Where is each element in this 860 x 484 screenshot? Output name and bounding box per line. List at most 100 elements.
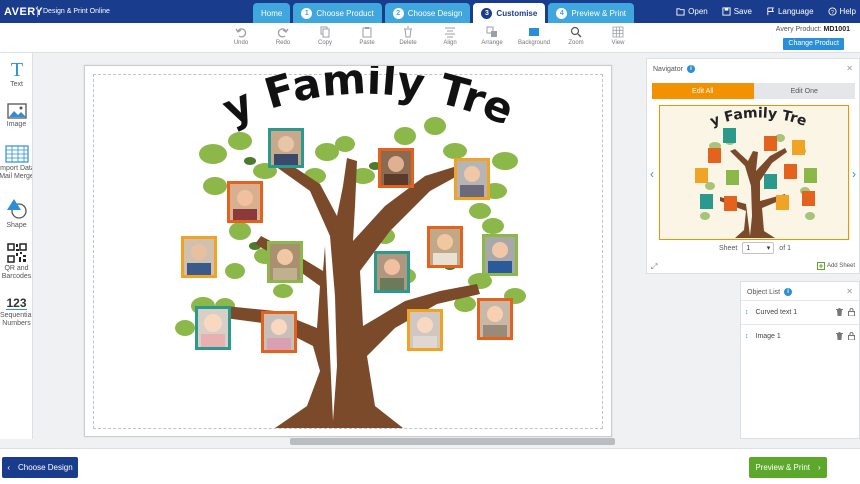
delete-button[interactable]: Delete	[386, 26, 430, 46]
add-text-tool[interactable]: T Text	[0, 59, 32, 89]
photo-frame[interactable]	[407, 309, 443, 351]
avery-product-code: MD1001	[823, 26, 850, 33]
step-home-label: Home	[261, 8, 283, 18]
step-customise[interactable]: 3 Customise	[473, 3, 546, 23]
choose-design-label: Choose Design	[17, 463, 73, 472]
photo-frame[interactable]	[268, 128, 304, 168]
svg-text:T: T	[10, 59, 22, 79]
zoom-button[interactable]: Zoom	[554, 26, 598, 46]
step-home[interactable]: Home	[253, 3, 291, 23]
change-product-button[interactable]: Change Product	[783, 38, 844, 50]
add-sheet-label: Add Sheet	[826, 263, 855, 269]
drag-handle-icon[interactable]: ↕	[745, 309, 749, 316]
import-data-tool[interactable]: Import Data Mail Merge	[0, 145, 32, 181]
seq-line-1: Sequential	[0, 312, 33, 319]
open-button[interactable]: Open	[676, 7, 708, 16]
expand-icon[interactable]: ⤢	[651, 262, 657, 272]
close-icon[interactable]: ✕	[846, 64, 853, 73]
arrange-button[interactable]: Arrange	[470, 26, 514, 46]
step-choose-design[interactable]: 2 Choose Design	[384, 3, 471, 23]
add-sheet-button[interactable]: Add Sheet	[816, 262, 855, 270]
copy-button[interactable]: Copy	[303, 26, 347, 46]
help-button[interactable]: ? Help	[827, 7, 856, 16]
language-label: Language	[777, 7, 814, 16]
paste-button[interactable]: Paste	[345, 26, 389, 46]
avery-logo[interactable]: AVERY	[0, 0, 47, 23]
chevron-left-icon[interactable]: ‹	[650, 167, 654, 181]
view-label: View	[611, 40, 625, 46]
zoom-icon	[570, 26, 582, 38]
language-button[interactable]: Language	[766, 7, 814, 16]
redo-button[interactable]: Redo	[261, 26, 305, 46]
help-label: Help	[839, 7, 856, 16]
list-item[interactable]: ↕ Curved text 1	[741, 300, 860, 324]
photo-frame[interactable]	[477, 298, 513, 340]
add-image-tool[interactable]: Image	[0, 103, 32, 129]
background-icon	[529, 28, 539, 36]
drag-handle-icon[interactable]: ↕	[745, 333, 749, 340]
image-tool-label: Image	[6, 121, 27, 128]
view-button[interactable]: View	[596, 26, 640, 46]
copy-label: Copy	[317, 40, 332, 46]
list-item[interactable]: ↕ Image 1	[741, 324, 860, 348]
edit-one-button[interactable]: Edit One	[753, 83, 855, 99]
close-icon[interactable]: ✕	[846, 287, 853, 296]
choose-design-button[interactable]: ‹ Choose Design	[2, 457, 78, 478]
svg-text:?: ?	[831, 10, 834, 16]
info-icon[interactable]: i	[784, 288, 793, 296]
object-actions	[836, 308, 855, 316]
align-button[interactable]: Align	[428, 26, 472, 46]
photo-frame[interactable]	[374, 251, 410, 293]
photo-frame[interactable]	[482, 234, 518, 276]
edit-all-button[interactable]: Edit All	[652, 83, 754, 99]
horizontal-scrollbar[interactable]	[290, 438, 615, 445]
thumbnail-title-text: My Family Tree	[660, 106, 809, 130]
photo-frame[interactable]	[378, 148, 414, 188]
photo-frame[interactable]	[267, 241, 303, 283]
align-icon	[445, 27, 455, 38]
avery-product-info: Avery Product: MD1001	[776, 26, 850, 33]
step-number: 4	[556, 7, 568, 19]
tool-sidebar: T Text Image Import Data Mail Merge Shap…	[0, 53, 33, 439]
editor-toolbar: Undo Redo Copy Paste Delete Align Arrang…	[0, 23, 860, 53]
top-actions: Open Save Language ? Help	[676, 0, 856, 23]
background-button[interactable]: Background	[512, 26, 556, 46]
add-shape-tool[interactable]: Shape	[0, 198, 32, 230]
add-sheet-icon	[816, 262, 825, 270]
photo-frame[interactable]	[181, 236, 217, 278]
zoom-label: Zoom	[568, 40, 584, 46]
lock-icon[interactable]	[848, 332, 855, 340]
sheet-dropdown[interactable]: 1 ▾	[742, 242, 775, 254]
info-icon[interactable]: i	[686, 65, 695, 73]
photo-frame[interactable]	[195, 306, 231, 350]
qr-barcode-tool[interactable]: QR and Barcodes	[0, 243, 32, 281]
qr-barcode-label: QR and Barcodes	[0, 265, 32, 281]
tree-trunk	[225, 158, 480, 428]
preview-print-button[interactable]: Preview & Print ›	[749, 457, 827, 478]
family-tree-artwork[interactable]: My Family Tree	[85, 66, 613, 438]
sequential-numbers-tool[interactable]: 123 Sequential Numbers	[0, 296, 33, 328]
lock-icon[interactable]	[848, 308, 855, 316]
seq-line-2: Numbers	[2, 320, 31, 327]
photo-frame[interactable]	[261, 311, 297, 353]
photo-frame[interactable]	[454, 158, 490, 200]
save-label: Save	[733, 7, 752, 16]
sequential-numbers-icon: 123	[6, 296, 27, 310]
brand-tagline: Design & Print Online	[43, 8, 110, 15]
trash-icon[interactable]	[836, 308, 843, 316]
sheet-thumbnail[interactable]: My Family Tree	[659, 105, 849, 240]
trash-icon[interactable]	[836, 332, 843, 340]
text-tool-label: Text	[10, 81, 23, 88]
curved-title[interactable]: My Family Tree	[85, 66, 521, 135]
save-button[interactable]: Save	[722, 7, 752, 16]
photo-frame[interactable]	[227, 181, 263, 223]
object-list-header: Object List i	[747, 288, 793, 296]
step-number: 1	[301, 7, 313, 19]
step-preview-print[interactable]: 4 Preview & Print	[548, 3, 635, 23]
qr-code-icon	[6, 243, 27, 263]
undo-button[interactable]: Undo	[219, 26, 263, 46]
photo-frame[interactable]	[427, 226, 463, 268]
chevron-right-icon[interactable]: ›	[852, 167, 856, 181]
step-choose-product[interactable]: 1 Choose Product	[293, 3, 382, 23]
design-page[interactable]: My Family Tree	[84, 65, 612, 437]
